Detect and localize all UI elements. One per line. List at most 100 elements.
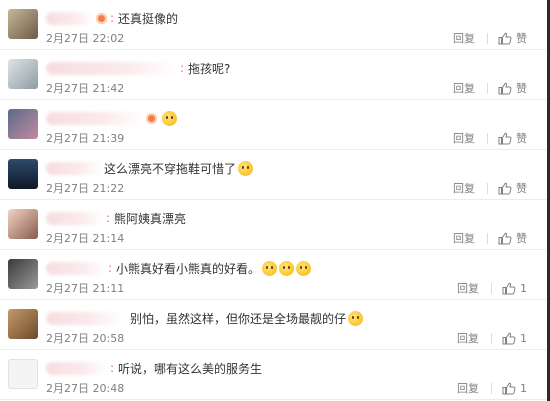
username-redacted[interactable] [46, 111, 144, 125]
comment-line: : 拖孩呢? [46, 59, 230, 77]
comment-actions: 回复 1 [457, 330, 527, 346]
comment-item: : 小熊真好看小熊真的好看。 2月27日 21:11 回复 1 [0, 250, 547, 300]
like-count[interactable]: 1 [520, 282, 527, 295]
comment-line: : 听说，哪有这么美的服务生 [46, 359, 262, 377]
comment-text: 别怕，虽然这样，但你还是全场最靓的仔 [130, 311, 347, 326]
comment-item: 别怕，虽然这样，但你还是全场最靓的仔 2月27日 20:58 回复 1 [0, 300, 547, 350]
comment-time: 2月27日 22:02 [46, 32, 125, 45]
divider [491, 332, 492, 344]
username-redacted[interactable] [46, 61, 178, 75]
thumb-up-icon[interactable] [502, 332, 516, 345]
avatar[interactable] [8, 159, 38, 189]
reply-button[interactable]: 回复 [457, 280, 479, 296]
divider [487, 132, 488, 144]
comment-time: 2月27日 21:39 [46, 132, 125, 145]
divider [491, 282, 492, 294]
comment-actions: 回复 赞 [453, 80, 527, 96]
reply-button[interactable]: 回复 [453, 180, 475, 196]
avatar[interactable] [8, 259, 38, 289]
like-label[interactable]: 赞 [516, 80, 527, 96]
avatar[interactable] [8, 9, 38, 39]
divider [491, 382, 492, 394]
comment-line: : 小熊真好看小熊真的好看。 [46, 259, 312, 277]
comment-actions: 回复 赞 [453, 30, 527, 46]
comment-line: : 熊阿姨真漂亮 [46, 209, 186, 227]
name-colon: : [180, 61, 185, 75]
comment-line: 这么漂亮不穿拖鞋可惜了 [46, 159, 254, 177]
reply-button[interactable]: 回复 [453, 80, 475, 96]
emoji-icon [162, 110, 177, 126]
comment-time: 2月27日 20:48 [46, 382, 125, 395]
like-label[interactable]: 赞 [516, 30, 527, 46]
reply-button[interactable]: 回复 [453, 130, 475, 146]
thumb-up-icon[interactable] [502, 282, 516, 295]
divider [487, 82, 488, 94]
thumb-up-icon[interactable] [498, 82, 512, 95]
member-badge-icon [96, 12, 107, 24]
name-colon: : [108, 261, 113, 275]
name-colon: : [110, 11, 115, 25]
divider [487, 232, 488, 244]
comment-line: : 还真挺像的 [46, 9, 178, 27]
comment-item: : 还真挺像的 2月27日 22:02 回复 赞 [0, 0, 547, 50]
comment-text: 小熊真好看小熊真的好看。 [116, 261, 261, 276]
comment-item: 这么漂亮不穿拖鞋可惜了 2月27日 21:22 回复 赞 [0, 150, 547, 200]
like-label[interactable]: 赞 [516, 180, 527, 196]
thumb-up-icon[interactable] [498, 132, 512, 145]
reply-button[interactable]: 回复 [453, 30, 475, 46]
thumb-up-icon[interactable] [498, 32, 512, 45]
like-count[interactable]: 1 [520, 382, 527, 395]
comment-time: 2月27日 21:14 [46, 232, 125, 245]
avatar[interactable] [8, 309, 38, 339]
reply-button[interactable]: 回复 [457, 330, 479, 346]
name-colon: : [106, 211, 111, 225]
username-redacted[interactable] [46, 361, 108, 375]
username-redacted[interactable] [46, 261, 106, 275]
like-label[interactable]: 赞 [516, 130, 527, 146]
divider [487, 182, 488, 194]
reply-button[interactable]: 回复 [453, 230, 475, 246]
comment-item: : 听说，哪有这么美的服务生 2月27日 20:48 回复 1 [0, 350, 547, 400]
divider [487, 32, 488, 44]
comment-text: 听说，哪有这么美的服务生 [118, 361, 263, 376]
comment-list: : 还真挺像的 2月27日 22:02 回复 赞 : 拖孩呢? 2月27日 21… [0, 0, 547, 400]
username-redacted[interactable] [46, 11, 94, 25]
emoji-icon [279, 260, 295, 276]
comment-actions: 回复 赞 [453, 130, 527, 146]
thumb-up-icon[interactable] [498, 182, 512, 195]
comment-text: 还真挺像的 [118, 11, 179, 26]
comment-text: 拖孩呢? [188, 61, 231, 76]
emoji-icon [348, 310, 364, 326]
comment-time: 2月27日 21:11 [46, 282, 125, 295]
avatar[interactable] [8, 359, 38, 389]
comment-item: 2月27日 21:39 回复 赞 [0, 100, 547, 150]
avatar[interactable] [8, 109, 38, 139]
thumb-up-icon[interactable] [498, 232, 512, 245]
comment-actions: 回复 赞 [453, 180, 527, 196]
comment-time: 2月27日 21:22 [46, 182, 125, 195]
comment-item: : 熊阿姨真漂亮 2月27日 21:14 回复 赞 [0, 200, 547, 250]
like-count[interactable]: 1 [520, 332, 527, 345]
comment-time: 2月27日 21:42 [46, 82, 125, 95]
thumb-up-icon[interactable] [502, 382, 516, 395]
reply-button[interactable]: 回复 [457, 380, 479, 396]
comment-item: : 拖孩呢? 2月27日 21:42 回复 赞 [0, 50, 547, 100]
comment-line [46, 109, 177, 127]
avatar[interactable] [8, 59, 38, 89]
username-redacted[interactable] [46, 211, 104, 225]
emoji-icon [238, 160, 254, 176]
comment-line: 别怕，虽然这样，但你还是全场最靓的仔 [46, 309, 364, 327]
comment-actions: 回复 1 [457, 380, 527, 396]
username-redacted[interactable] [46, 161, 102, 175]
comment-actions: 回复 1 [457, 280, 527, 296]
member-badge-icon [146, 112, 157, 124]
username-redacted[interactable] [46, 311, 122, 325]
emoji-icon [262, 260, 278, 276]
like-label[interactable]: 赞 [516, 230, 527, 246]
avatar[interactable] [8, 209, 38, 239]
comment-actions: 回复 赞 [453, 230, 527, 246]
comment-text: 这么漂亮不穿拖鞋可惜了 [104, 161, 237, 176]
name-colon: : [110, 361, 115, 375]
comment-time: 2月27日 20:58 [46, 332, 125, 345]
comment-text: 熊阿姨真漂亮 [114, 211, 187, 226]
